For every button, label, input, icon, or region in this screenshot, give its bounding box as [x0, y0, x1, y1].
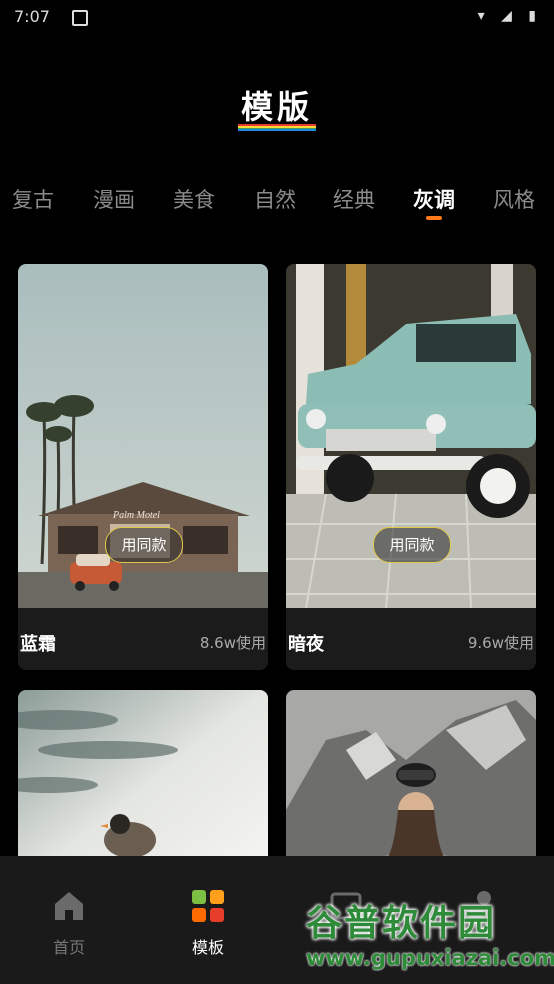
status-time: 7:07 [14, 7, 50, 26]
svg-text:Palm Motel: Palm Motel [112, 510, 160, 521]
system-status-icons: ▾ ◢ ▮ [477, 8, 542, 24]
tab-classic[interactable]: 经典 [333, 184, 375, 214]
nav-home-label: 首页 [52, 938, 85, 957]
title-rainbow-underline [238, 124, 316, 131]
watermark-url: www.gupuxiazai.com [306, 946, 554, 970]
template-card[interactable]: 用同款 暗夜 9.6w使用 [286, 264, 536, 670]
tab-retro[interactable]: 复古 [12, 184, 54, 214]
tab-food[interactable]: 美食 [173, 184, 215, 214]
category-tabs: 复古 漫画 美食 自然 经典 灰调 风格 [0, 184, 554, 228]
template-usage-count: 8.6w使用 [199, 634, 266, 652]
site-watermark: 谷普软件园 www.gupuxiazai.com [302, 894, 554, 978]
nav-templates-label: 模板 [191, 938, 224, 957]
template-grid-icon [192, 890, 224, 922]
status-bar: 7:07 ▾ ◢ ▮ [0, 0, 554, 36]
template-name: 蓝霜 [20, 634, 56, 655]
active-tab-indicator [426, 216, 442, 220]
use-template-button[interactable]: 用同款 [105, 527, 183, 563]
template-usage-count: 9.6w使用 [467, 634, 534, 652]
nav-templates[interactable]: 模板 [139, 856, 277, 984]
tab-style[interactable]: 风格 [493, 184, 535, 214]
nav-home[interactable]: 首页 [0, 856, 138, 984]
home-icon [55, 892, 83, 920]
page-title: 模版 [240, 88, 313, 126]
tab-gray-tone[interactable]: 灰调 [413, 184, 455, 214]
tab-comic[interactable]: 漫画 [93, 184, 135, 214]
watermark-text: 谷普软件园 [306, 903, 497, 944]
notification-icon [72, 10, 88, 26]
tab-nature[interactable]: 自然 [254, 184, 296, 214]
template-card[interactable]: Palm Motel 用同款 蓝霜 8.6w使用 [18, 264, 268, 670]
template-name: 暗夜 [288, 634, 324, 655]
use-template-button[interactable]: 用同款 [373, 527, 451, 563]
